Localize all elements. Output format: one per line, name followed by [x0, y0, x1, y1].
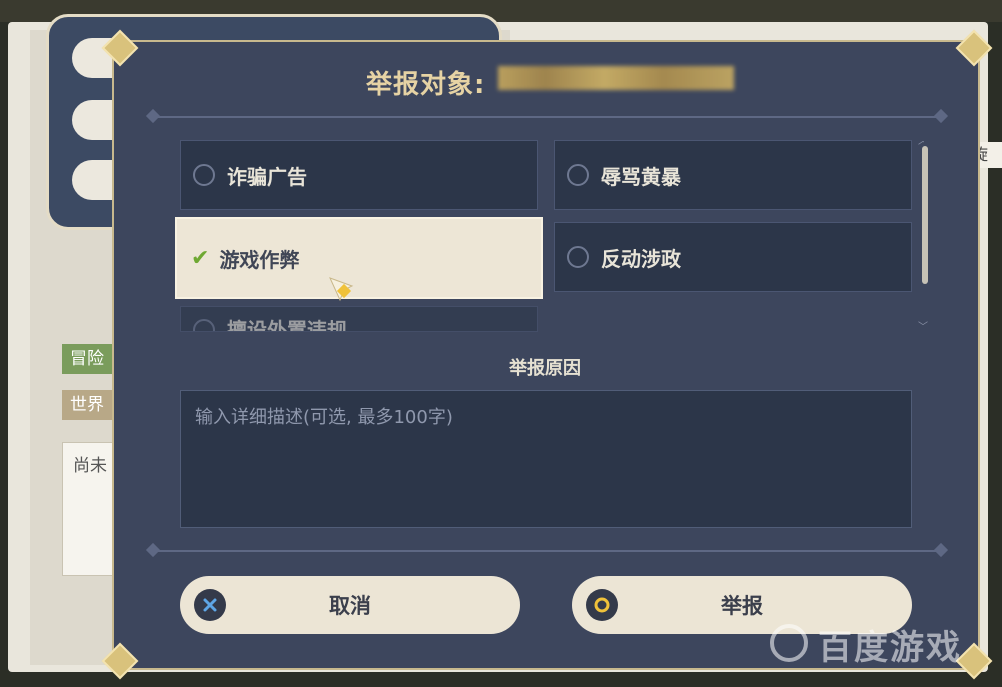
divider — [152, 116, 942, 118]
option-label: 反动涉政 — [601, 246, 681, 271]
reason-label: 举报原因 — [509, 358, 581, 379]
report-label: 举报 — [721, 594, 763, 618]
divider — [152, 550, 942, 552]
option-label: 辱骂黄暴 — [601, 164, 681, 189]
option-fraud-ads[interactable]: 诈骗广告 — [180, 140, 538, 210]
option-label: 游戏作弊 — [219, 247, 300, 272]
option-abuse[interactable]: 辱骂黄暴 — [554, 140, 912, 210]
scrollbar-thumb[interactable] — [922, 146, 928, 284]
option-partial[interactable]: 擅设外置违规 — [180, 306, 538, 332]
option-cheating[interactable]: ✔ 游戏作弊 — [175, 217, 543, 299]
watermark-text: 百度游戏 — [818, 628, 962, 668]
watermark-logo-icon — [770, 624, 808, 662]
redacted-player-name — [498, 66, 734, 90]
dialog-title: 举报对象: — [366, 70, 486, 100]
radio-icon — [193, 319, 215, 331]
cancel-button[interactable]: 取消 — [180, 576, 520, 634]
option-label: 擅设外置违规 — [227, 318, 347, 332]
scroll-down-icon[interactable]: ﹀ — [918, 318, 928, 333]
radio-icon — [567, 164, 589, 186]
option-label: 诈骗广告 — [227, 164, 307, 189]
cancel-label: 取消 — [329, 594, 371, 618]
reason-textarea[interactable]: 输入详细描述(可选, 最多100字) — [180, 390, 912, 528]
close-icon — [194, 589, 226, 621]
pointer-cursor-icon — [329, 277, 354, 302]
confirm-circle-icon — [586, 589, 618, 621]
radio-icon — [193, 164, 215, 186]
checkmark-icon: ✔ — [191, 245, 210, 271]
radio-icon — [567, 246, 589, 268]
option-political[interactable]: 反动涉政 — [554, 222, 912, 292]
